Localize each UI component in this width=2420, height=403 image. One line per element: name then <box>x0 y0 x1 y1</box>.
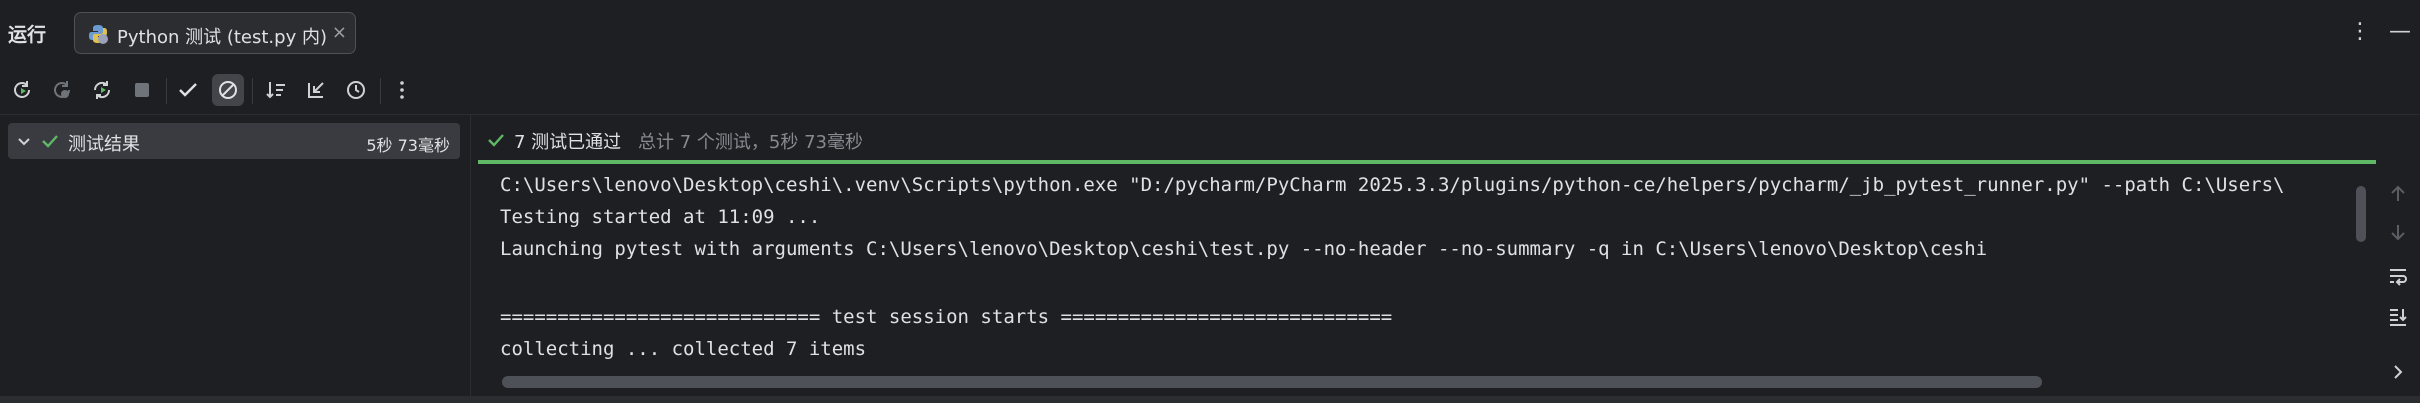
test-summary: 总计 7 个测试，5秒 73毫秒 <box>638 132 863 153</box>
console-line: ============================ test sessio… <box>500 306 1393 328</box>
python-test-icon <box>89 25 108 44</box>
soft-wrap-icon <box>2390 269 2407 286</box>
soft-wrap-button[interactable] <box>2386 264 2410 288</box>
test-tree-panel: 测试结果 5秒 73毫秒 <box>0 115 470 403</box>
toggle-auto-test-icon <box>93 81 111 99</box>
tab-label: Python 测试 (test.py 内) <box>117 27 327 48</box>
tree-item-test-results[interactable]: 测试结果 5秒 73毫秒 <box>8 123 460 159</box>
arrow-down-icon <box>2391 225 2405 241</box>
vertical-scrollbar[interactable] <box>2356 186 2366 242</box>
console-side-actions <box>2376 164 2420 396</box>
expand-actions-button[interactable] <box>2386 360 2410 384</box>
console-line: C:\Users\lenovo\Desktop\ceshi\.venv\Scri… <box>500 174 2285 196</box>
tab-python-test[interactable]: Python 测试 (test.py 内) × <box>74 12 356 54</box>
show-passed-button[interactable] <box>172 74 204 106</box>
arrow-up-icon <box>2391 185 2405 201</box>
scroll-to-end-icon <box>2390 309 2407 326</box>
run-tool-window-header: 运行 Python 测试 (test.py 内) × ⋮ — <box>0 0 2420 64</box>
tree-item-duration: 5秒 73毫秒 <box>366 136 450 155</box>
console-line: Launching pytest with arguments C:\Users… <box>500 238 1988 260</box>
sort-alphabetically-icon <box>266 82 285 99</box>
stop-button[interactable] <box>126 74 158 106</box>
toolbar-separator <box>252 78 253 104</box>
tree-item-label: 测试结果 <box>68 134 140 155</box>
history-button[interactable] <box>340 74 372 106</box>
chevron-right-icon <box>2394 365 2403 379</box>
bottom-border <box>0 396 2420 403</box>
toggle-auto-test-button[interactable] <box>86 74 118 106</box>
close-tab-icon[interactable]: × <box>332 22 347 43</box>
collapse-all-icon <box>308 82 324 98</box>
chevron-down-icon[interactable] <box>14 131 34 151</box>
test-status-bar: 7 测试已通过 总计 7 个测试，5秒 73毫秒 <box>478 122 2420 158</box>
scroll-to-end-button[interactable] <box>2386 304 2410 328</box>
tool-window-title: 运行 <box>8 24 47 46</box>
rerun-button[interactable] <box>6 74 38 106</box>
rerun-failed-button[interactable] <box>46 74 78 106</box>
checkmark-icon <box>179 83 197 97</box>
console-line: Testing started at 11:09 ... <box>500 206 821 228</box>
more-options-button[interactable] <box>386 74 418 106</box>
more-options-icon[interactable]: ⋮ <box>2348 18 2372 46</box>
console-output[interactable]: C:\Users\lenovo\Desktop\ceshi\.venv\Scri… <box>478 164 2376 396</box>
rerun-failed-icon <box>54 81 70 98</box>
show-ignored-button[interactable] <box>212 74 244 106</box>
history-icon <box>347 81 365 99</box>
next-occurrence-button[interactable] <box>2386 220 2410 244</box>
passed-count: 7 测试已通过 <box>514 132 622 153</box>
horizontal-scrollbar[interactable] <box>502 376 2042 388</box>
toolbar-separator <box>166 78 167 104</box>
sort-button[interactable] <box>260 74 292 106</box>
ignored-icon <box>219 81 237 99</box>
panel-splitter[interactable] <box>470 115 471 403</box>
previous-occurrence-button[interactable] <box>2386 182 2410 206</box>
collapse-all-button[interactable] <box>300 74 332 106</box>
test-runner-toolbar <box>0 70 2420 112</box>
minimize-icon[interactable]: — <box>2388 18 2412 46</box>
console-line: collecting ... collected 7 items <box>500 338 867 360</box>
passed-check-icon <box>488 134 504 147</box>
stop-icon <box>135 83 149 97</box>
passed-check-icon <box>42 135 58 148</box>
rerun-icon <box>14 81 30 98</box>
toolbar-separator <box>380 78 381 104</box>
more-vertical-icon <box>400 81 404 99</box>
